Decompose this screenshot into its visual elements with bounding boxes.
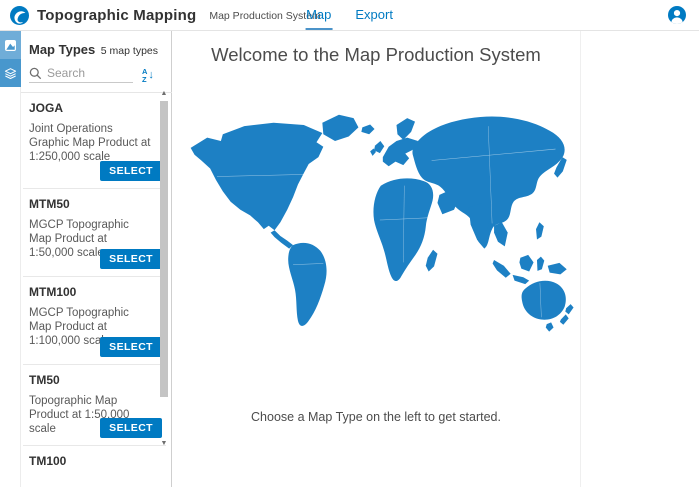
user-avatar-icon[interactable] <box>668 6 686 29</box>
scroll-up-icon[interactable]: ▲ <box>159 87 169 99</box>
list-item-joga: JOGA Joint Operations Graphic Map Produc… <box>23 93 166 189</box>
select-button[interactable]: SELECT <box>100 249 162 269</box>
scroll-down-icon[interactable]: ▼ <box>159 437 169 449</box>
map-type-list: JOGA Joint Operations Graphic Map Produc… <box>21 93 172 487</box>
map-types-panel: Map Types 5 map types A Z <box>21 31 172 487</box>
sidebar-icon-strip <box>0 31 21 487</box>
map-types-sidebar: Map Types 5 map types A Z <box>0 31 172 487</box>
search-icon <box>29 67 42 80</box>
scrollbar-thumb[interactable] <box>160 101 168 397</box>
sort-down-arrow: ↓ <box>148 70 154 81</box>
select-button[interactable]: SELECT <box>100 418 162 438</box>
select-button[interactable]: SELECT <box>100 337 162 357</box>
select-button[interactable]: SELECT <box>100 161 162 181</box>
main-content: Welcome to the Map Production System <box>172 31 699 487</box>
map-type-count: 5 map types <box>101 45 158 57</box>
world-map-image <box>176 93 576 339</box>
app-header: Topographic Mapping Map Production Syste… <box>0 0 699 31</box>
instruction-text: Choose a Map Type on the left to get sta… <box>172 410 580 424</box>
search-input[interactable] <box>42 66 127 80</box>
world-map-container <box>172 93 580 339</box>
map-type-name: MTM50 <box>29 189 166 211</box>
map-type-name: TM50 <box>29 365 166 387</box>
list-item-mtm100: MTM100 MGCP Topographic Map Product at 1… <box>23 277 166 365</box>
map-type-name: TM100 <box>29 446 166 468</box>
sort-letter-z: Z <box>142 76 147 84</box>
list-item-tm50: TM50 Topographic Map Product at 1:50,000… <box>23 365 166 446</box>
search-box <box>29 66 133 83</box>
sort-alpha-icon[interactable]: A Z ↓ <box>142 68 154 83</box>
list-item-mtm50: MTM50 MGCP Topographic Map Product at 1:… <box>23 189 166 277</box>
app-title: Topographic Mapping <box>37 7 196 24</box>
welcome-panel: Welcome to the Map Production System <box>172 31 581 487</box>
basemap-tool-icon[interactable] <box>0 31 21 59</box>
layers-tool-icon[interactable] <box>0 59 21 87</box>
top-tabs: Map Export <box>305 0 394 30</box>
map-type-name: JOGA <box>29 93 166 115</box>
welcome-title: Welcome to the Map Production System <box>172 44 580 66</box>
map-type-description: Joint Operations Graphic Map Product at … <box>29 122 153 164</box>
panel-title: Map Types <box>29 42 95 57</box>
list-item-tm100: TM100 SELECT <box>23 446 166 487</box>
map-type-name: MTM100 <box>29 277 166 299</box>
tab-export[interactable]: Export <box>354 0 394 30</box>
tab-map[interactable]: Map <box>305 0 332 30</box>
sidebar-scrollbar[interactable]: ▲ ▼ <box>159 87 169 449</box>
globe-logo-icon <box>10 6 29 25</box>
